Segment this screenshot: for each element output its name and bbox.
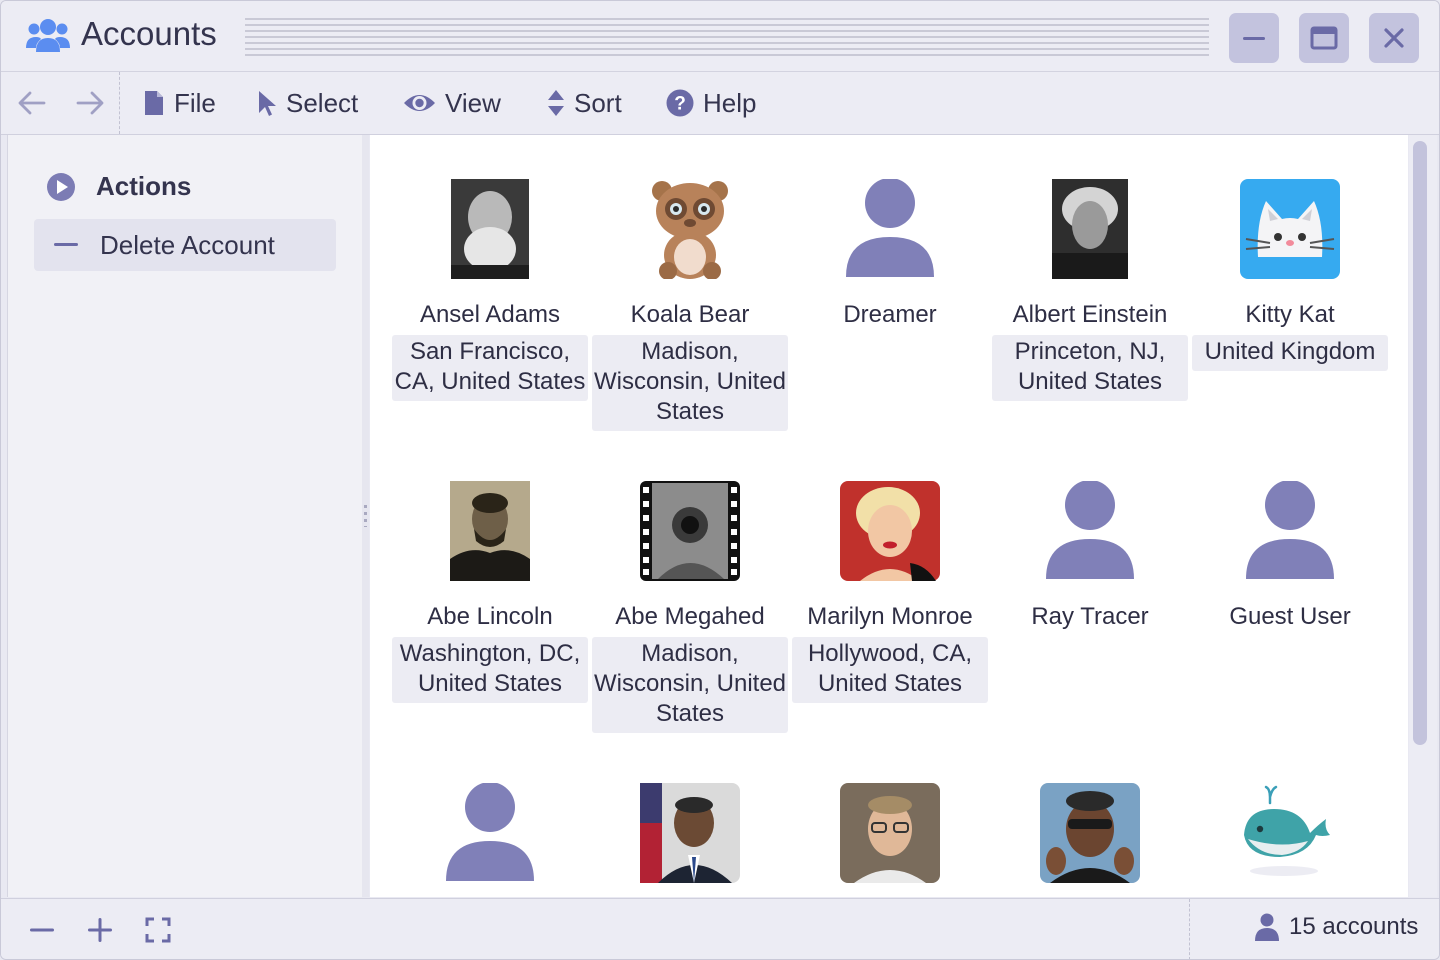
menu-sort[interactable]: Sort bbox=[547, 84, 622, 122]
avatar-photo-marilyn-monroe bbox=[840, 481, 940, 581]
avatar-photo-ansel-adams bbox=[451, 179, 529, 279]
account-count: 15 accounts bbox=[1255, 913, 1418, 941]
delete-account-label: Delete Account bbox=[100, 229, 275, 260]
fullscreen-icon[interactable] bbox=[143, 915, 173, 945]
eye-icon bbox=[404, 95, 435, 111]
avatar-film-photo-abe-megahed bbox=[640, 481, 740, 581]
sort-icon bbox=[548, 90, 564, 116]
user-avatar-icon bbox=[846, 179, 934, 277]
whale-avatar-icon bbox=[1244, 785, 1330, 876]
account-name: Abe Lincoln bbox=[427, 603, 553, 630]
account-count-label: 15 accounts bbox=[1289, 913, 1419, 940]
menu-help[interactable]: ? Help bbox=[666, 84, 756, 122]
window-title: Accounts bbox=[81, 15, 217, 52]
maximize-icon bbox=[1310, 26, 1338, 50]
account-location: Hollywood, CA, United States bbox=[792, 637, 988, 703]
account-name: Abe Megahed bbox=[615, 603, 765, 630]
title-drag-grip[interactable] bbox=[245, 18, 1209, 56]
play-circle-icon bbox=[47, 172, 75, 201]
account-location: San Francisco, CA, United States bbox=[392, 335, 588, 401]
menu-help-label: Help bbox=[703, 87, 757, 118]
cursor-icon bbox=[259, 91, 276, 116]
minimize-button[interactable] bbox=[1229, 13, 1279, 63]
users-icon bbox=[26, 19, 70, 52]
vertical-scrollbar[interactable] bbox=[1409, 135, 1437, 897]
menu-view[interactable]: View bbox=[403, 84, 501, 122]
actions-header[interactable]: Actions bbox=[46, 171, 191, 202]
account-name: Albert Einstein bbox=[1012, 301, 1168, 328]
delete-account-button[interactable]: Delete Account bbox=[34, 219, 336, 271]
avatar-photo-abe-lincoln bbox=[450, 481, 530, 581]
account-name: Guest User bbox=[1229, 603, 1351, 630]
close-icon bbox=[1384, 28, 1404, 48]
menu-select-label: Select bbox=[286, 87, 359, 118]
arrow-left-icon[interactable] bbox=[17, 90, 47, 116]
scrollbar-thumb[interactable] bbox=[1413, 141, 1427, 745]
splitter-grip bbox=[364, 505, 367, 527]
user-avatar-icon bbox=[1046, 481, 1134, 579]
account-name: Ansel Adams bbox=[419, 301, 561, 328]
account-name: Kitty Kat bbox=[1245, 301, 1335, 328]
minimize-icon bbox=[1243, 37, 1265, 40]
avatar-photo-albert-einstein bbox=[1052, 179, 1128, 279]
user-avatar-icon bbox=[446, 783, 534, 881]
arrow-right-icon[interactable] bbox=[75, 90, 105, 116]
help-icon: ? bbox=[666, 89, 694, 117]
account-location: Princeton, NJ, United States bbox=[992, 335, 1188, 401]
avatar-photo-man-thumbs-up bbox=[1040, 783, 1140, 883]
account-name: Koala Bear bbox=[630, 301, 750, 328]
status-separator bbox=[1189, 899, 1190, 959]
account-location: Washington, DC, United States bbox=[392, 637, 588, 703]
toolbar: File Select View Sort ? Help bbox=[1, 72, 1439, 135]
actions-sidebar: Actions Delete Account bbox=[7, 135, 363, 897]
koala-avatar-icon bbox=[652, 181, 728, 279]
account-location: Madison, Wisconsin, United States bbox=[592, 335, 788, 431]
user-icon bbox=[1255, 913, 1279, 941]
svg-text:?: ? bbox=[674, 94, 686, 115]
menu-sort-label: Sort bbox=[574, 87, 622, 118]
account-name: Marilyn Monroe bbox=[807, 603, 973, 630]
actions-header-label: Actions bbox=[96, 171, 192, 201]
sidebar-splitter[interactable] bbox=[362, 135, 369, 897]
avatar-photo-man-glasses bbox=[840, 783, 940, 883]
account-location: Madison, Wisconsin, United States bbox=[592, 637, 788, 733]
accounts-grid: Ansel Adams San Francisco, CA, United St… bbox=[370, 135, 1408, 897]
status-bar: 15 accounts bbox=[1, 898, 1439, 959]
menu-file-label: File bbox=[174, 87, 216, 118]
menu-select[interactable]: Select bbox=[257, 84, 358, 122]
minus-icon bbox=[54, 243, 78, 246]
accounts-window: Accounts File Select View Sort ? Help Ac… bbox=[0, 0, 1440, 960]
avatar-photo-president bbox=[640, 783, 740, 883]
account-name: Dreamer bbox=[843, 301, 937, 328]
menu-view-label: View bbox=[445, 87, 501, 118]
toolbar-separator bbox=[119, 72, 120, 134]
title-bar[interactable]: Accounts bbox=[1, 1, 1439, 72]
maximize-button[interactable] bbox=[1299, 13, 1349, 63]
account-name: Ray Tracer bbox=[1031, 603, 1149, 630]
user-avatar-icon bbox=[1246, 481, 1334, 579]
zoom-out-icon[interactable] bbox=[27, 915, 57, 945]
account-location: United Kingdom bbox=[1192, 335, 1388, 371]
close-button[interactable] bbox=[1369, 13, 1419, 63]
file-icon bbox=[145, 91, 163, 115]
menu-file[interactable]: File bbox=[143, 84, 216, 122]
zoom-in-icon[interactable] bbox=[85, 915, 115, 945]
cat-avatar-icon bbox=[1240, 179, 1340, 279]
